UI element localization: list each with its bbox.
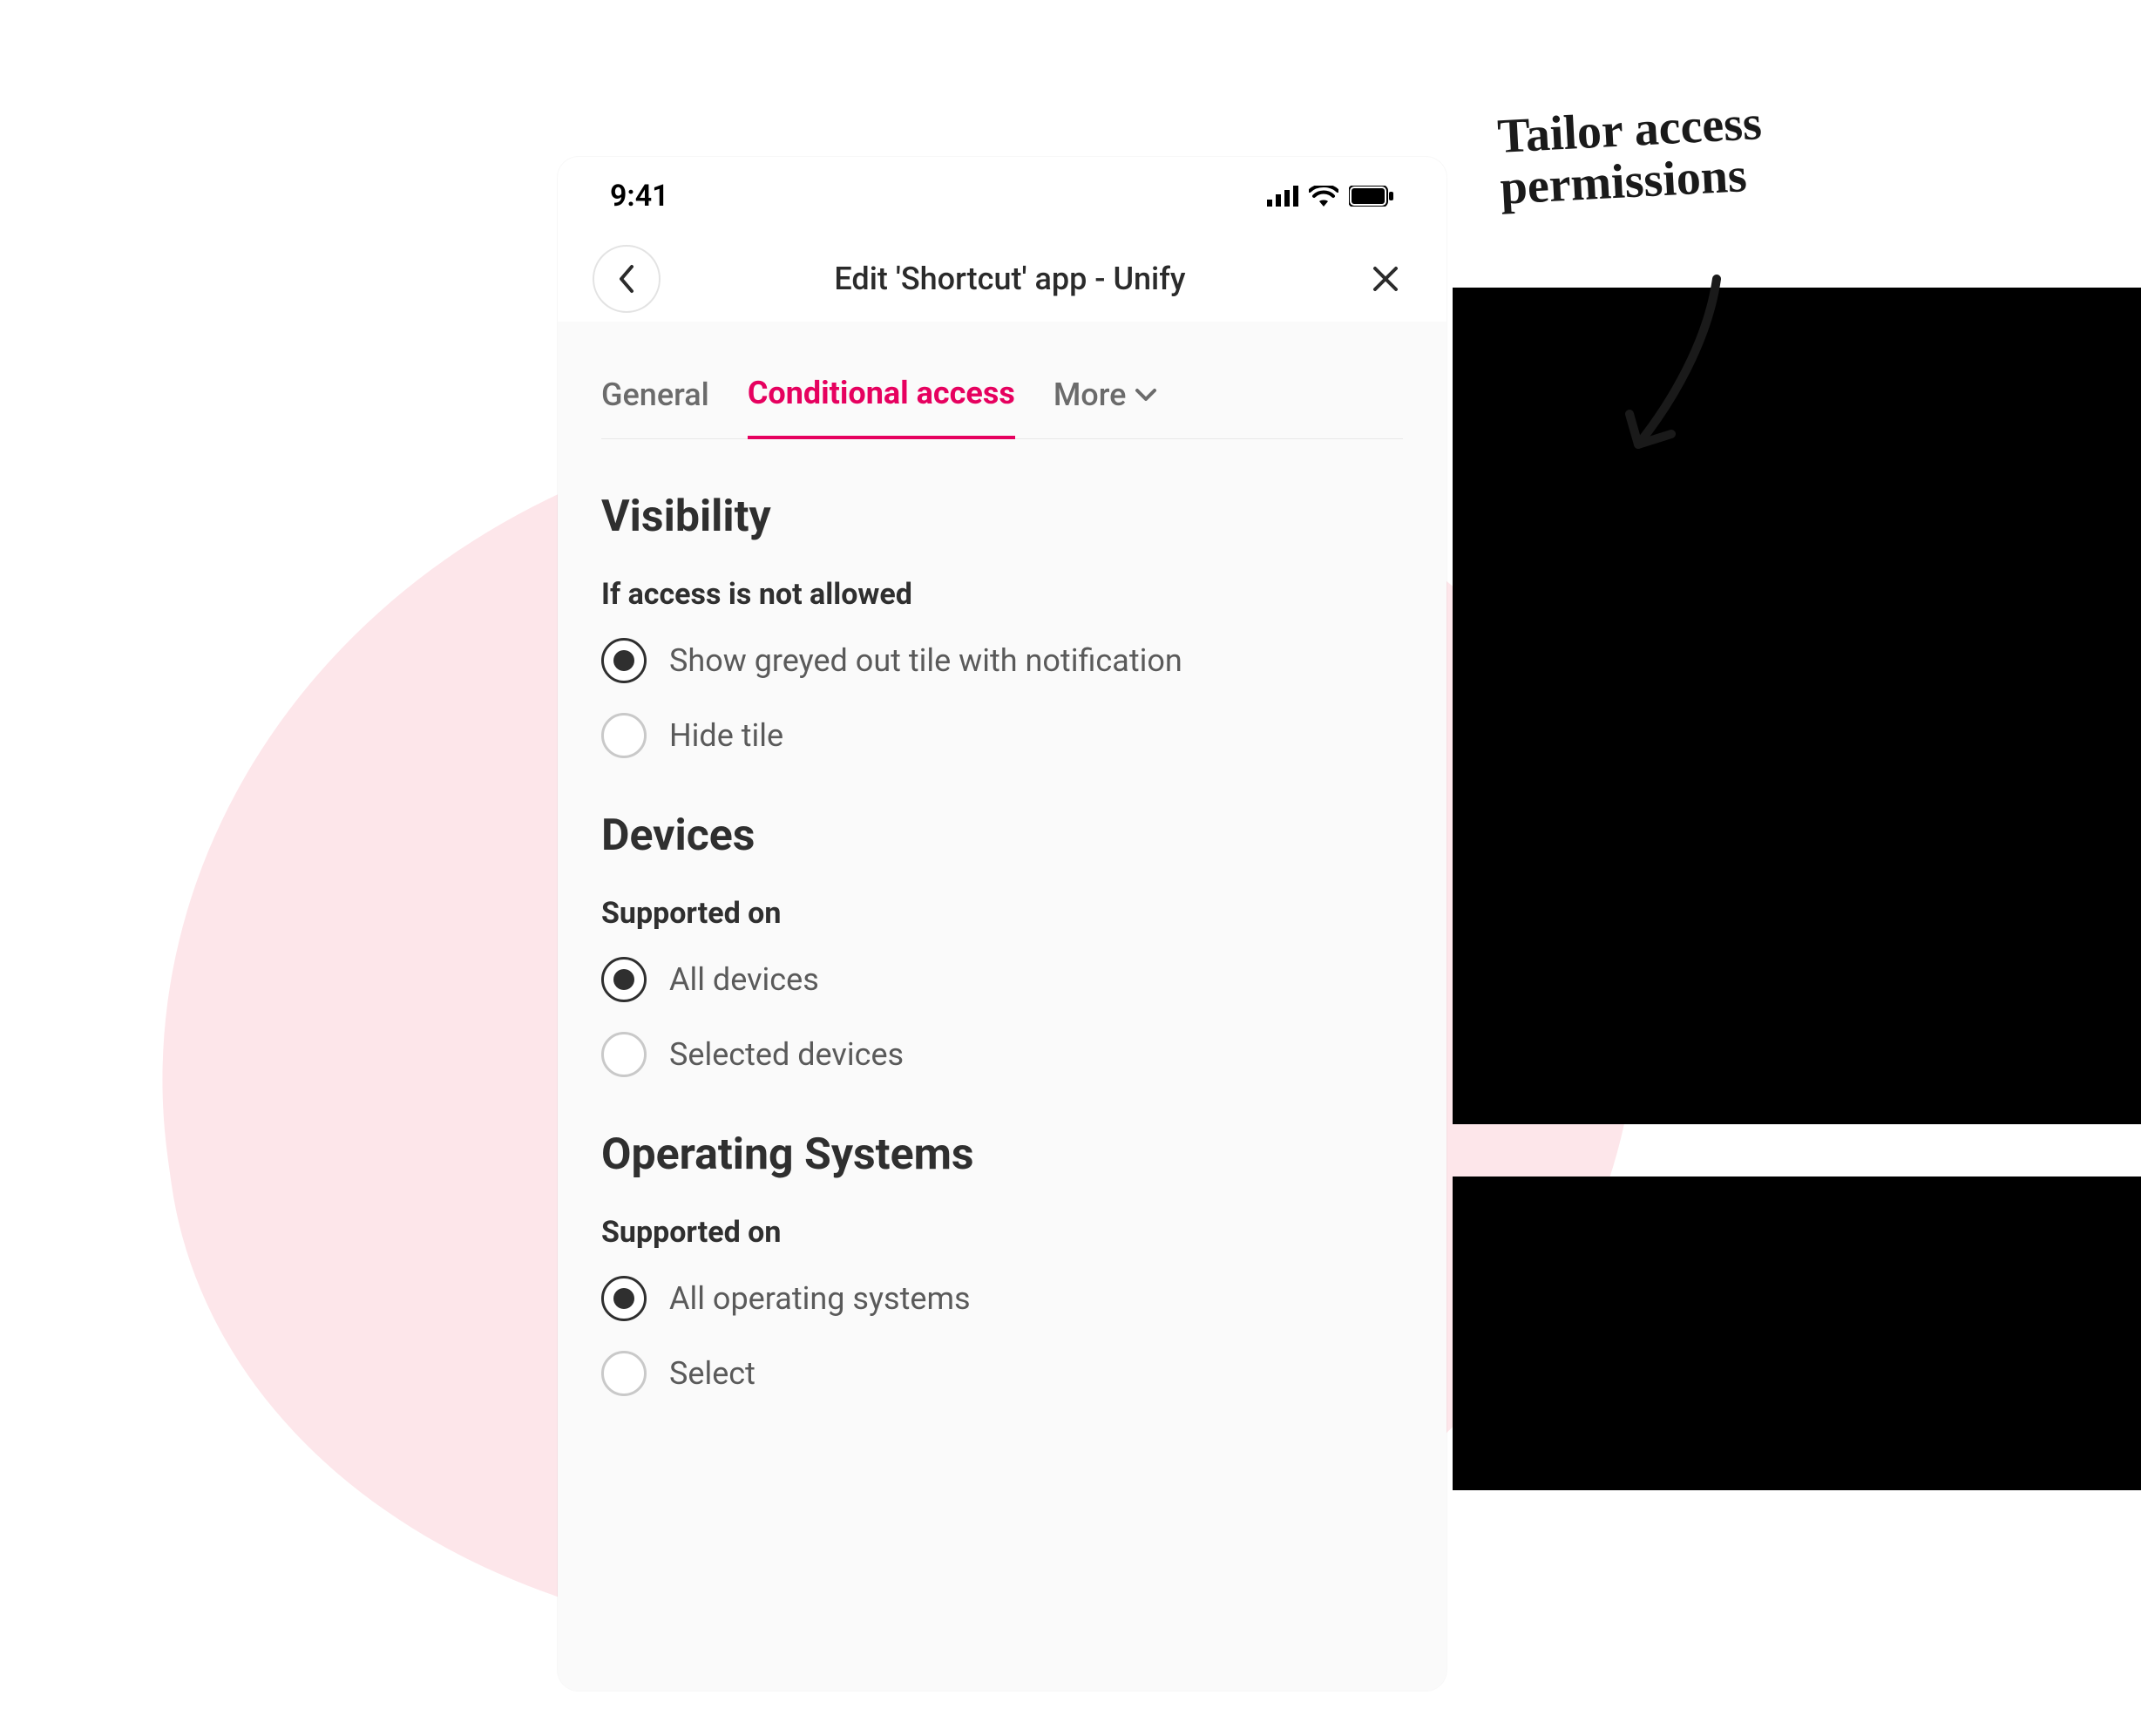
tabs: General Conditional access More	[601, 322, 1403, 439]
subhead-access-not-allowed: If access is not allowed	[601, 577, 1403, 612]
radio-select-os[interactable]: Select	[601, 1351, 1403, 1396]
radio-input-checked	[601, 638, 647, 683]
annotation-arrow-icon	[1621, 270, 1743, 462]
close-button[interactable]	[1359, 253, 1412, 305]
close-icon	[1372, 265, 1399, 293]
nav-header: Edit 'Shortcut' app - Unify	[558, 235, 1447, 322]
heading-devices: Devices	[601, 810, 1403, 861]
radio-all-os[interactable]: All operating systems	[601, 1276, 1403, 1321]
chevron-down-icon	[1135, 388, 1157, 402]
radio-input-checked	[601, 957, 647, 1002]
page-title: Edit 'Shortcut' app - Unify	[834, 261, 1185, 297]
section-operating-systems: Operating Systems Supported on All opera…	[601, 1129, 1403, 1396]
heading-operating-systems: Operating Systems	[601, 1129, 1403, 1180]
tab-conditional-access[interactable]: Conditional access	[748, 375, 1015, 439]
back-button[interactable]	[593, 245, 661, 313]
phone-mockup: 9:41 Edit 'Shortcut' app - Unify	[558, 157, 1447, 1691]
radio-hide-tile[interactable]: Hide tile	[601, 713, 1403, 758]
radio-label: Show greyed out tile with notification	[669, 642, 1182, 679]
radio-input	[601, 713, 647, 758]
radio-all-devices[interactable]: All devices	[601, 957, 1403, 1002]
obscured-region-bottom	[1453, 1177, 2141, 1490]
radio-label: All operating systems	[669, 1280, 971, 1317]
chevron-left-icon	[616, 263, 637, 295]
handwritten-annotation: Tailor access permissions	[1496, 98, 1765, 214]
section-visibility: Visibility If access is not allowed Show…	[601, 492, 1403, 758]
subhead-supported-on-os: Supported on	[601, 1215, 1403, 1250]
radio-input	[601, 1351, 647, 1396]
radio-show-greyed-tile[interactable]: Show greyed out tile with notification	[601, 638, 1403, 683]
tab-general[interactable]: General	[601, 376, 709, 437]
section-devices: Devices Supported on All devices Selecte…	[601, 810, 1403, 1077]
radio-label: All devices	[669, 961, 819, 998]
radio-input-checked	[601, 1276, 647, 1321]
radio-label: Hide tile	[669, 717, 783, 754]
tab-more[interactable]: More	[1054, 376, 1158, 437]
content-area: General Conditional access More Visibili…	[558, 322, 1447, 1691]
wifi-icon	[1309, 186, 1338, 207]
cellular-signal-icon	[1267, 186, 1298, 207]
obscured-region-top	[1453, 288, 2141, 1124]
tab-more-label: More	[1054, 376, 1127, 413]
battery-icon	[1349, 186, 1394, 207]
status-icons	[1267, 186, 1394, 207]
radio-label: Selected devices	[669, 1036, 904, 1073]
status-time: 9:41	[610, 179, 669, 214]
radio-selected-devices[interactable]: Selected devices	[601, 1032, 1403, 1077]
radio-label: Select	[669, 1355, 755, 1392]
subhead-supported-on-devices: Supported on	[601, 896, 1403, 931]
heading-visibility: Visibility	[601, 492, 1403, 542]
status-bar: 9:41	[558, 157, 1447, 235]
radio-input	[601, 1032, 647, 1077]
